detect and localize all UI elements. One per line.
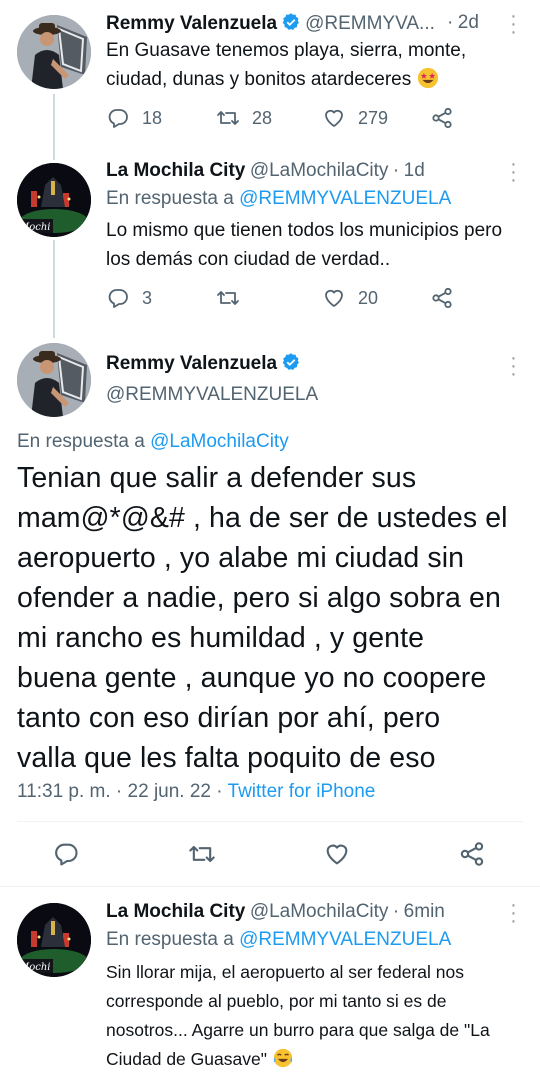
tweet-line: valla que les falta poquito de eso: [17, 742, 436, 774]
display-name[interactable]: La Mochila City: [106, 160, 245, 181]
timestamp[interactable]: 1d: [404, 160, 425, 181]
like-button[interactable]: [323, 840, 351, 868]
more-icon[interactable]: · · ·: [508, 6, 518, 42]
tweet-line: buena gente , aunque yo no coopere: [17, 662, 487, 694]
timestamp[interactable]: 6min: [404, 901, 445, 922]
avatar-label: Mochi: [18, 222, 51, 233]
share-button[interactable]: [430, 106, 454, 130]
retweet-icon: [217, 111, 239, 125]
retweet-icon: [189, 845, 215, 863]
share-icon: [432, 107, 452, 129]
reply-button[interactable]: [52, 840, 80, 868]
star-struck-emoji-icon: [417, 67, 438, 89]
like-icon: [326, 844, 348, 865]
reply-to-link[interactable]: @REMMYVALENZUELA: [239, 188, 451, 209]
reply-context: En respuesta a @LaMochilaCity: [17, 431, 289, 452]
retweet-button[interactable]: 28: [216, 106, 272, 130]
handle[interactable]: @LaMochilaCity: [250, 160, 389, 181]
tweet-timestamp: 11:31 p. m. · 22 jun. 22 ·: [17, 781, 228, 802]
reply-context: En respuesta a @REMMYVALENZUELA: [106, 929, 452, 950]
avatar[interactable]: Mochi: [17, 163, 91, 237]
reply-icon: [108, 109, 128, 128]
divider: [17, 821, 523, 822]
tweet-text: En Guasave tenemos playa, sierra, monte,…: [106, 40, 467, 90]
tears-of-joy-emoji-icon: [273, 1048, 292, 1068]
share-button[interactable]: [430, 286, 454, 310]
like-count: 279: [358, 107, 389, 128]
reply-icon: [108, 289, 128, 308]
tweet-meta: 11:31 p. m. · 22 jun. 22 · Twitter for i…: [17, 781, 375, 803]
handle[interactable]: @REMMYVALENZUELA: [106, 384, 318, 405]
reply-to-link[interactable]: @LaMochilaCity: [150, 431, 289, 452]
retweet-button[interactable]: [216, 286, 252, 310]
like-icon: [325, 109, 343, 127]
reply-button[interactable]: 18: [106, 106, 162, 130]
like-button[interactable]: 279: [322, 106, 388, 130]
reply-button[interactable]: 3: [106, 286, 152, 310]
retweet-count: 28: [252, 107, 273, 128]
tweet-line: ofender a nadie, pero si algo sobra en: [17, 582, 501, 614]
tweet-line: tanto con eso dirían por ahí, pero: [17, 702, 441, 734]
reply-icon: [55, 843, 78, 866]
tweet-line: Tenian que salir a defender sus: [17, 462, 417, 494]
avatar[interactable]: Mochi: [17, 903, 91, 977]
timestamp[interactable]: 2d: [458, 12, 479, 33]
tweet-line: mam@*@&# , ha de ser de ustedes el: [17, 502, 508, 534]
retweet-icon: [217, 291, 239, 305]
like-button[interactable]: 20: [322, 286, 378, 310]
separator: ·: [392, 160, 400, 181]
display-name[interactable]: Remmy Valenzuela: [106, 13, 277, 34]
thread-line: [53, 94, 55, 160]
separator: ·: [392, 901, 400, 922]
reply-to-link[interactable]: @REMMYVALENZUELA: [239, 929, 451, 950]
tweet-text: Tenian que salir a defender sus mam@*@&#…: [17, 458, 537, 778]
avatar-label: Mochi: [18, 962, 51, 973]
reply-count: 3: [142, 287, 153, 308]
share-icon: [432, 287, 452, 309]
verified-icon: [282, 353, 300, 370]
separator: ·: [447, 12, 454, 33]
reply-context: En respuesta a @REMMYVALENZUELA: [106, 188, 452, 209]
thread-line: [53, 240, 55, 338]
avatar[interactable]: [17, 15, 91, 89]
handle[interactable]: @REMMYVA...: [305, 13, 435, 34]
verified-icon: [282, 13, 300, 30]
like-count: 20: [358, 287, 379, 308]
retweet-button[interactable]: [188, 840, 216, 868]
tweet-text: Sin llorar mija, el aeropuerto al ser fe…: [106, 962, 490, 1069]
more-icon[interactable]: · · ·: [508, 348, 518, 384]
source-link[interactable]: Twitter for iPhone: [228, 781, 376, 802]
tweet-line: mi rancho es humildad , y gente: [17, 622, 425, 654]
tweet-line: aeropuerto , yo alabe mi ciudad sin: [17, 542, 465, 574]
display-name[interactable]: Remmy Valenzuela: [106, 353, 277, 374]
divider: [0, 886, 540, 887]
tweet-text: Lo mismo que tienen todos los municipios…: [106, 220, 503, 270]
more-icon[interactable]: · · ·: [508, 895, 518, 931]
like-icon: [325, 289, 343, 307]
share-button[interactable]: [458, 840, 486, 868]
more-icon[interactable]: · · ·: [508, 154, 518, 190]
handle[interactable]: @LaMochilaCity: [250, 901, 389, 922]
share-icon: [460, 842, 484, 866]
reply-count: 18: [142, 107, 163, 128]
avatar[interactable]: [17, 343, 91, 417]
display-name[interactable]: La Mochila City: [106, 901, 245, 922]
